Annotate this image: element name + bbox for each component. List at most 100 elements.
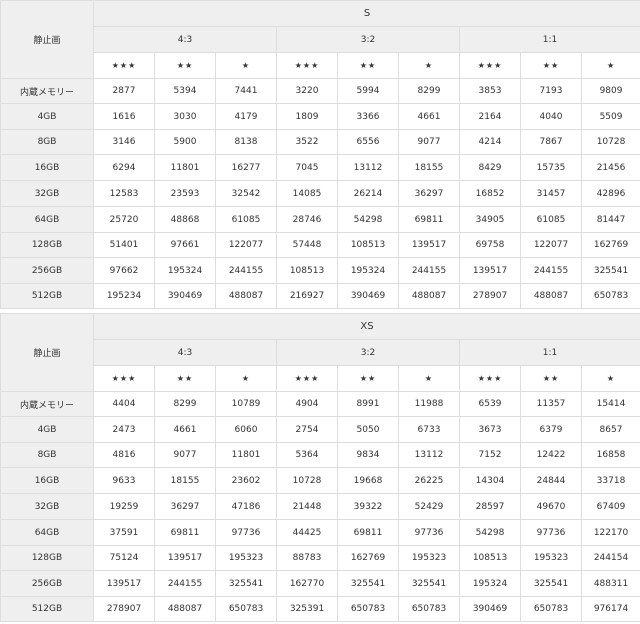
shot-count-cell: 195323 (398, 545, 460, 571)
quality-stars: ★ (398, 52, 460, 79)
shot-count-cell: 488087 (398, 283, 460, 309)
shot-count-cell: 14085 (276, 180, 338, 207)
shot-count-cell: 97736 (520, 519, 582, 546)
aspect-ratio-header: 3:2 (276, 339, 460, 366)
shot-count-cell: 19668 (337, 467, 399, 494)
shot-count-cell: 488087 (215, 283, 277, 309)
shot-count-cell: 42896 (580, 180, 640, 207)
image-size-header: S (92, 0, 640, 27)
shot-count-cell: 34905 (459, 206, 521, 233)
shot-count-cell: 69811 (154, 519, 216, 546)
shot-count-cell: 5394 (154, 78, 216, 104)
shot-count-cell: 8138 (215, 129, 277, 155)
shot-count-cell: 8299 (154, 391, 216, 417)
shot-count-cell: 16852 (459, 180, 521, 207)
shot-count-cell: 162770 (276, 570, 338, 597)
storage-label: 内蔵メモリー (0, 78, 94, 104)
shot-count-cell: 13112 (398, 442, 460, 468)
shot-count-cell: 162769 (580, 232, 640, 258)
shot-count-cell: 3030 (154, 103, 216, 130)
shot-count-cell: 3220 (276, 78, 338, 104)
shot-count-cell: 325541 (398, 570, 460, 597)
shot-count-cell: 6060 (215, 416, 277, 443)
quality-stars: ★ (580, 52, 640, 79)
shot-count-cell: 3673 (459, 416, 521, 443)
table-row: 8GB 4816 9077 11801 5364 9834 13112 7152 12422 16… (0, 442, 640, 468)
shot-count-cell: 97736 (215, 519, 277, 546)
header-row-size: 静止画 XS (0, 313, 640, 392)
quality-stars: ★★★ (459, 365, 521, 392)
shot-count-cell: 108513 (337, 232, 399, 258)
shot-count-cell: 21448 (276, 493, 338, 520)
shot-count-cell: 4040 (520, 103, 582, 130)
storage-label: 16GB (0, 467, 94, 494)
aspect-ratio-header: 1:1 (458, 26, 640, 53)
table-row: 内蔵メモリー 4404 8299 10789 4904 8991 11988 6539 1135… (0, 391, 640, 417)
shot-count-cell: 122170 (581, 519, 640, 546)
shot-count-cell: 390469 (154, 283, 216, 309)
shot-count-cell: 36297 (154, 493, 216, 520)
shot-count-cell: 390469 (459, 596, 521, 622)
quality-stars: ★ (398, 365, 460, 392)
shot-count-cell: 139517 (459, 257, 521, 284)
shot-count-cell: 5050 (337, 416, 399, 443)
shot-count-cell: 4904 (276, 391, 338, 417)
shot-count-cell: 16858 (581, 442, 640, 468)
shot-count-cell: 13112 (337, 154, 399, 181)
shot-count-cell: 12583 (93, 180, 155, 207)
shot-count-cell: 4179 (215, 103, 277, 130)
shot-count-cell: 61085 (520, 206, 582, 233)
shot-count-cell: 10728 (580, 129, 640, 155)
quality-stars: ★ (215, 52, 277, 79)
shot-count-cell: 25720 (93, 206, 155, 233)
shot-count-cell: 11357 (520, 391, 582, 417)
shot-count-cell: 75124 (93, 545, 155, 571)
quality-stars: ★★ (337, 52, 399, 79)
table-row: 8GB 3146 5900 8138 3522 6556 9077 4214 7867 10728 (0, 129, 640, 155)
quality-stars: ★★★ (93, 365, 155, 392)
capacity-table-s: 静止画 S 4:3 3:2 1:1 ★★★ ★★ ★ ★★★ ★★ ★ ★★★ ★★ ★ 内蔵メモリー 287… (0, 0, 640, 309)
shot-count-cell: 139517 (154, 545, 216, 571)
quality-stars: ★★ (154, 52, 216, 79)
shot-count-cell: 11988 (398, 391, 460, 417)
shot-count-cell: 28746 (276, 206, 338, 233)
shot-count-cell: 19259 (93, 493, 155, 520)
shot-count-cell: 162769 (337, 545, 399, 571)
shot-count-cell: 2164 (459, 103, 521, 130)
shot-count-cell: 244155 (215, 257, 277, 284)
shot-count-cell: 8991 (337, 391, 399, 417)
shot-count-cell: 2473 (93, 416, 155, 443)
shot-count-cell: 69758 (459, 232, 521, 258)
table-row: 128GB 75124 139517 195323 88783 162769 195323 1… (0, 545, 640, 571)
shot-count-cell: 5900 (154, 129, 216, 155)
quality-stars: ★★★ (459, 52, 521, 79)
header-row-size: 静止画 S (0, 0, 640, 79)
shot-count-cell: 26214 (337, 180, 399, 207)
storage-label: 512GB (0, 596, 94, 622)
shot-count-cell: 7441 (215, 78, 277, 104)
table-row: 16GB 6294 11801 16277 7045 13112 18155 8429 1573… (0, 154, 640, 181)
shot-count-cell: 36297 (398, 180, 460, 207)
table-row: 512GB 278907 488087 650783 325391 650783 65078… (0, 596, 640, 622)
shot-count-cell: 61085 (215, 206, 277, 233)
shot-count-cell: 23593 (154, 180, 216, 207)
shot-count-cell: 139517 (398, 232, 460, 258)
shot-count-cell: 9809 (580, 78, 640, 104)
shot-count-cell: 325541 (520, 570, 582, 597)
quality-stars: ★★ (520, 365, 582, 392)
shot-count-cell: 650783 (337, 596, 399, 622)
shot-count-cell: 11801 (154, 154, 216, 181)
table-row: 32GB 19259 36297 47186 21448 39322 52429 28597 4… (0, 493, 640, 520)
shot-count-cell: 195324 (459, 570, 521, 597)
shot-count-cell: 10728 (276, 467, 338, 494)
storage-label: 512GB (0, 283, 94, 309)
shot-count-cell: 5364 (276, 442, 338, 468)
shot-count-cell: 244155 (154, 570, 216, 597)
storage-label: 64GB (0, 206, 94, 233)
storage-label: 16GB (0, 154, 94, 181)
shot-count-cell: 195324 (154, 257, 216, 284)
shot-count-cell: 488311 (581, 570, 640, 597)
shot-count-cell: 12422 (520, 442, 582, 468)
shot-count-cell: 69811 (398, 206, 460, 233)
shot-count-cell: 49670 (520, 493, 582, 520)
